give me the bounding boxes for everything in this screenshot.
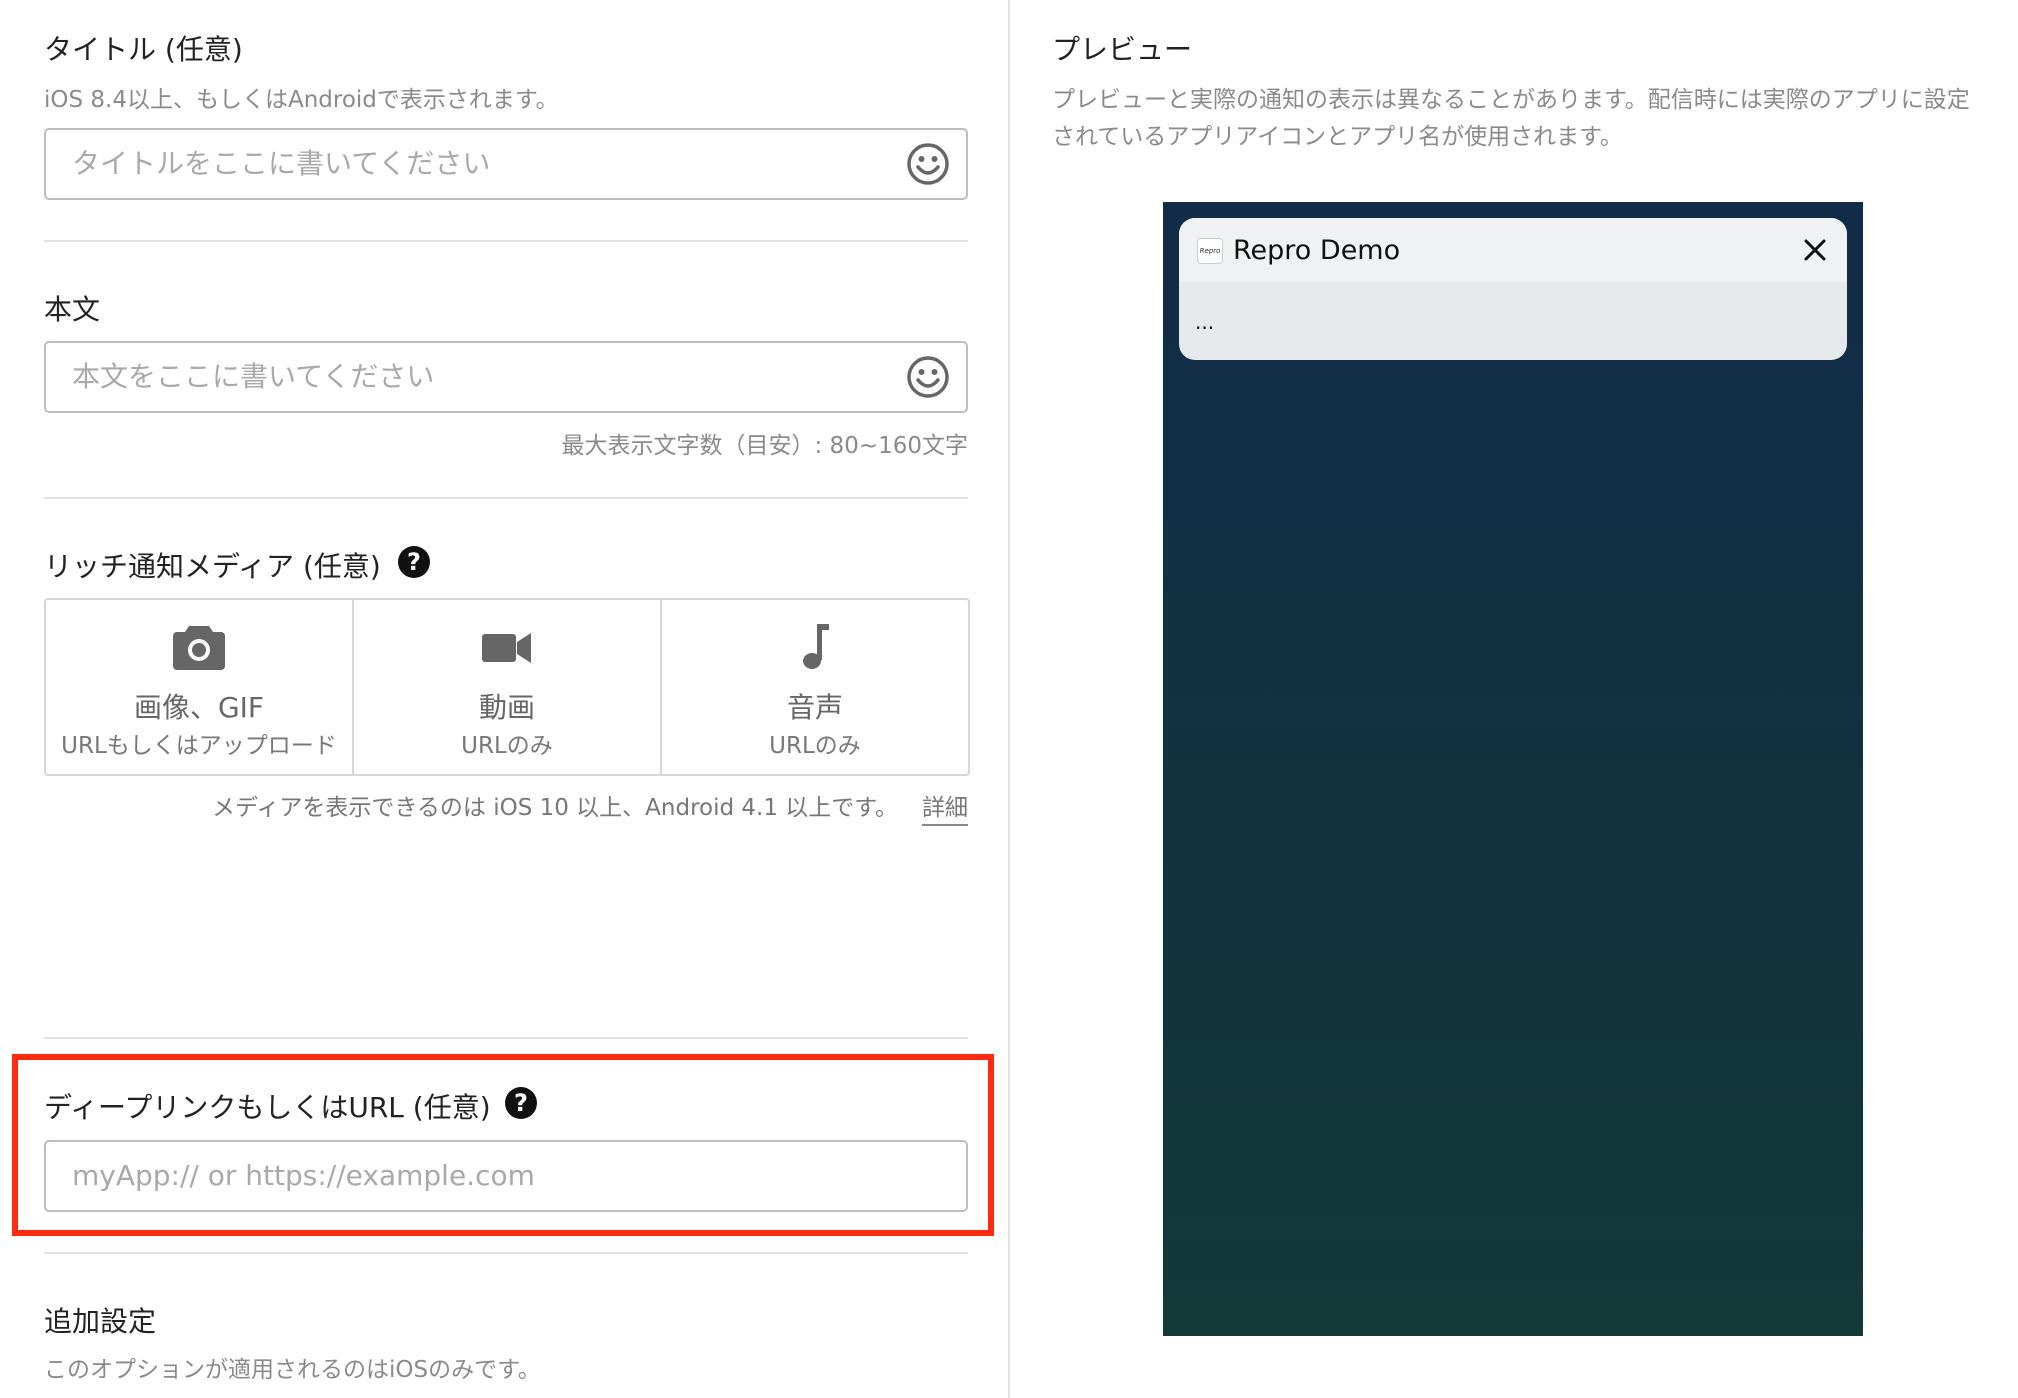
additional-settings-label: 追加設定 [44,1305,157,1338]
body-placeholder: 本文をここに書いてください [72,360,435,393]
app-name: Repro Demo [1233,235,1401,266]
media-option-image[interactable]: 画像、GIF URLもしくはアップロード [46,600,352,774]
media-type-selector: 画像、GIF URLもしくはアップロード 動画 URLのみ 音声 URLのみ [44,598,970,776]
title-label: タイトル (任意) [44,33,243,66]
camera-icon [173,626,225,670]
notification-card: Repro Repro Demo ... [1179,218,1847,360]
help-icon[interactable]: ? [398,546,430,578]
media-note: メディアを表示できるのは iOS 10 以上、Android 4.1 以上です。 [211,795,898,821]
rich-media-label: リッチ通知メディア (任意) [44,550,381,583]
media-option-title: 音声 [786,691,843,724]
body-input[interactable]: 本文をここに書いてください [44,341,968,413]
notification-header: Repro Repro Demo [1179,218,1847,282]
form-panel: タイトル (任意) iOS 8.4以上、もしくはAndroidで表示されます。 … [0,0,1008,1398]
preview-description: プレビューと実際の通知の表示は異なることがあります。配信時には実際のアプリに設定… [1052,87,1970,150]
section-divider [44,240,968,242]
highlight-box [12,1054,994,1236]
section-divider [44,1037,968,1039]
music-note-icon [803,624,829,669]
phone-preview: Repro Repro Demo ... [1163,202,1863,1336]
section-divider [44,1252,968,1254]
preview-panel: プレビュー プレビューと実際の通知の表示は異なることがあります。配信時には実際の… [1010,0,2018,1398]
close-icon[interactable] [1801,236,1829,264]
title-input[interactable]: タイトルをここに書いてください [44,128,968,200]
preview-title: プレビュー [1052,33,1193,66]
emoji-icon[interactable] [906,142,950,186]
media-option-title: 画像、GIF [133,691,265,724]
body-label: 本文 [44,293,101,326]
media-option-sub: URLのみ [461,733,553,759]
video-camera-icon [482,633,531,663]
detail-link[interactable]: 詳細 [922,788,968,826]
additional-settings-hint: このオプションが適用されるのはiOSのみです。 [44,1357,541,1383]
media-option-title: 動画 [478,691,535,724]
title-hint: iOS 8.4以上、もしくはAndroidで表示されます。 [44,87,559,113]
media-option-video[interactable]: 動画 URLのみ [352,600,660,774]
emoji-icon[interactable] [906,355,950,399]
media-option-sub: URLもしくはアップロード [61,733,337,759]
body-char-hint: 最大表示文字数（目安）: 80~160文字 [561,433,969,459]
section-divider [44,497,968,499]
media-option-sub: URLのみ [769,733,861,759]
app-icon: Repro [1197,238,1223,264]
title-placeholder: タイトルをここに書いてください [72,147,491,180]
notification-body: ... [1195,310,1215,334]
media-option-audio[interactable]: 音声 URLのみ [660,600,968,774]
